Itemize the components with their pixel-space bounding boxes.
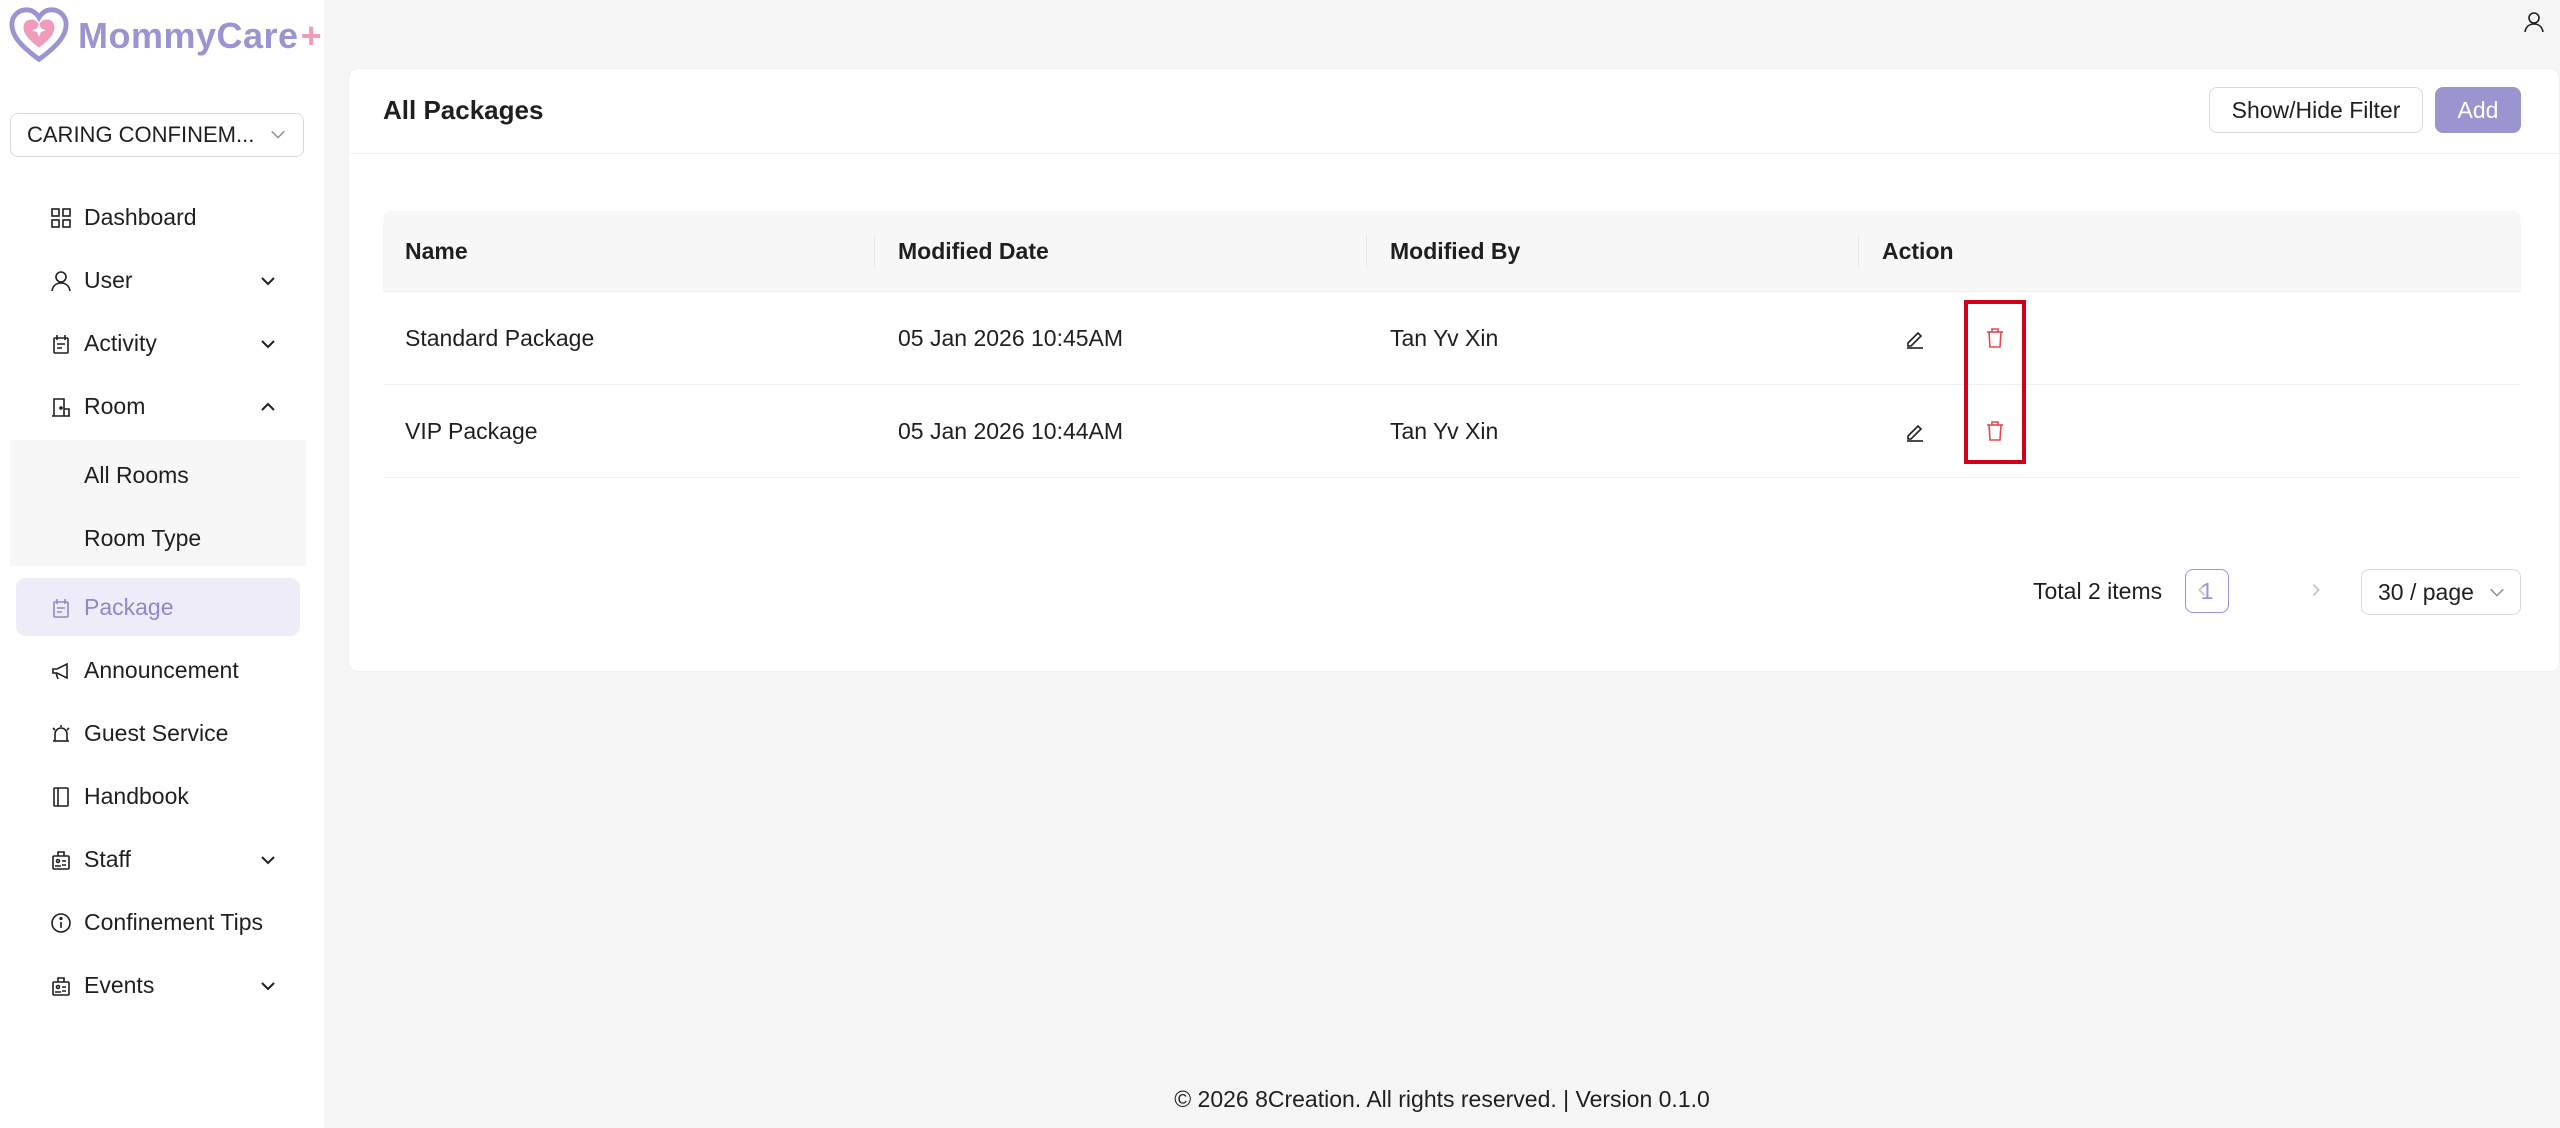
- page-title: All Packages: [383, 95, 544, 125]
- sidebar-item-label: Staff: [84, 845, 131, 872]
- brand-plus: +: [300, 15, 322, 56]
- cell-modified-date: 05 Jan 2026 10:45AM: [898, 324, 1124, 351]
- info-icon: [51, 913, 71, 933]
- sidebar-item-events[interactable]: Events: [16, 957, 300, 1013]
- edit-icon[interactable]: [1903, 419, 1927, 443]
- table-header: Name Modified Date Modified By Action: [383, 211, 2521, 292]
- sidebar-subitem-room-type[interactable]: Room Type: [16, 512, 300, 564]
- cell-name: VIP Package: [405, 417, 538, 444]
- room-icon: [52, 398, 70, 417]
- chevron-down-icon: [2490, 588, 2504, 597]
- sidebar-item-label: Room: [84, 392, 146, 419]
- footer: © 2026 8Creation. All rights reserved. |…: [1174, 1086, 1710, 1112]
- cell-name: Standard Package: [405, 324, 595, 351]
- column-header-action: Action: [1882, 237, 1954, 264]
- brand-name: MommyCare: [78, 15, 299, 56]
- cell-modified-date: 05 Jan 2026 10:44AM: [898, 417, 1124, 444]
- column-header-modified-date[interactable]: Modified Date: [898, 211, 1049, 291]
- page-size-select[interactable]: 30 / page: [2361, 569, 2521, 615]
- sidebar-item-room[interactable]: Room: [16, 378, 300, 434]
- sidebar-item-label: Guest Service: [84, 719, 229, 746]
- show-hide-filter-button[interactable]: Show/Hide Filter: [2209, 87, 2423, 133]
- page-size-value: 30 / page: [2378, 578, 2474, 605]
- book-icon: [53, 787, 69, 807]
- sidebar-item-label: User: [84, 266, 133, 293]
- add-button[interactable]: Add: [2435, 87, 2521, 133]
- chevron-down-icon: [261, 340, 275, 349]
- sidebar: MommyCare + CARING CONFINEM... Dashboard …: [0, 0, 324, 1128]
- sidebar-item-activity[interactable]: Activity: [16, 315, 300, 371]
- chevron-right-icon[interactable]: [2307, 581, 2325, 599]
- sidebar-item-guest-service[interactable]: Guest Service: [16, 705, 300, 761]
- delete-actions-highlight: [1964, 300, 2026, 464]
- sidebar-subitem-all-rooms[interactable]: All Rooms: [16, 449, 300, 501]
- chevron-down-icon: [261, 982, 275, 991]
- organization-select-value: CARING CONFINEM...: [27, 122, 255, 147]
- sidebar-item-label: Dashboard: [84, 203, 197, 230]
- cell-modified-by: Tan Yv Xin: [1390, 417, 1499, 444]
- cell-modified-by: Tan Yv Xin: [1390, 324, 1499, 351]
- sidebar-item-label: Activity: [84, 329, 157, 356]
- sidebar-item-label: Events: [84, 971, 155, 998]
- chevron-up-icon: [261, 402, 275, 411]
- sidebar-item-label: Handbook: [84, 782, 189, 809]
- sidebar-item-confinement-tips[interactable]: Confinement Tips: [16, 894, 300, 950]
- column-divider: [1366, 235, 1367, 267]
- heart-logo-icon: [9, 7, 69, 63]
- sidebar-item-dashboard[interactable]: Dashboard: [16, 189, 300, 245]
- sidebar-item-label: Package: [84, 593, 174, 620]
- events-icon: [52, 977, 70, 996]
- column-divider: [1858, 235, 1859, 267]
- sidebar-item-user[interactable]: User: [16, 252, 300, 308]
- user-icon: [51, 271, 71, 292]
- pagination-page-1[interactable]: 1: [2185, 569, 2229, 613]
- packages-card: All Packages Show/Hide Filter Add Name M…: [348, 68, 2560, 672]
- sidebar-subitem-label: Room Type: [84, 524, 202, 551]
- sidebar-item-staff[interactable]: Staff: [16, 831, 300, 887]
- chevron-down-icon: [271, 130, 285, 139]
- column-divider: [874, 235, 875, 267]
- package-icon: [53, 599, 69, 618]
- card-header: All Packages Show/Hide Filter Add: [349, 69, 2559, 154]
- chevron-down-icon: [261, 277, 275, 286]
- user-account-icon[interactable]: [2522, 10, 2546, 34]
- dashboard-icon: [51, 208, 71, 228]
- chevron-down-icon: [261, 856, 275, 865]
- table-row: VIP Package 05 Jan 2026 10:44AM Tan Yv X…: [383, 385, 2521, 478]
- sidebar-item-handbook[interactable]: Handbook: [16, 768, 300, 824]
- sidebar-item-label: Confinement Tips: [84, 908, 263, 935]
- sidebar-item-package[interactable]: Package: [16, 578, 300, 636]
- sidebar-item-announcement[interactable]: Announcement: [16, 642, 300, 698]
- sidebar-subitem-label: All Rooms: [84, 461, 189, 488]
- bell-icon: [52, 725, 70, 742]
- column-header-name[interactable]: Name: [405, 211, 468, 291]
- edit-icon[interactable]: [1903, 326, 1927, 350]
- megaphone-icon: [52, 662, 68, 680]
- column-header-modified-by[interactable]: Modified By: [1390, 211, 1520, 291]
- sidebar-item-label: Announcement: [84, 656, 239, 683]
- staff-icon: [52, 851, 70, 870]
- logo[interactable]: MommyCare +: [8, 6, 322, 66]
- table-row: Standard Package 05 Jan 2026 10:45AM Tan…: [383, 292, 2521, 385]
- pagination-total: Total 2 items: [2033, 577, 2163, 604]
- activity-icon: [53, 335, 69, 354]
- organization-select[interactable]: CARING CONFINEM...: [10, 113, 304, 157]
